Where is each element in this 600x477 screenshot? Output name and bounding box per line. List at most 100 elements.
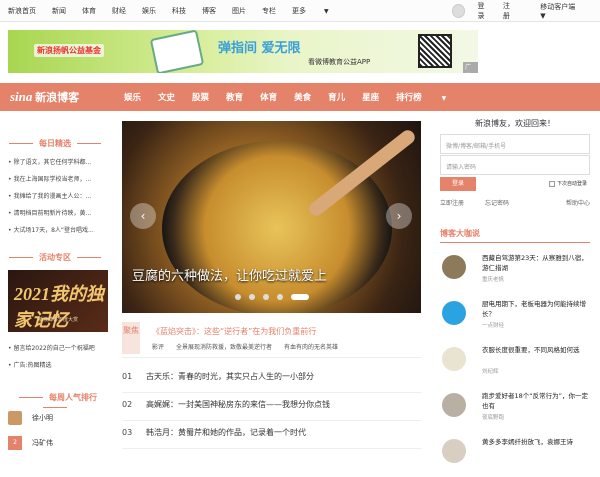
logo-text: 新浪博客	[35, 92, 80, 104]
ad-label: 广告	[463, 62, 478, 73]
username-field[interactable]: 微博/博客/邮箱/手机号	[440, 134, 590, 154]
help-center-link[interactable]: 帮助中心	[566, 198, 590, 207]
sina-logo-mark: sina	[10, 89, 33, 104]
daily-picks-list: • 除了语文，其它任何学科都... • 我在上海国际学校当老师，... • 我摊…	[8, 154, 108, 239]
news-item[interactable]: 03 韩浩月：黄蜀芹和她的作品，记录着一个时代	[122, 421, 421, 449]
ad-banner[interactable]: 新浪扬帆公益基金 弹指间 爱无限 看微博教育公益APP 广告	[8, 30, 478, 73]
checkbox-icon	[549, 180, 555, 187]
avatar	[442, 393, 466, 417]
news-item[interactable]: 01 古天乐：青春的时光，其实只占人生的一小部分	[122, 365, 421, 393]
list-item[interactable]: • 我摊给了我的漫画主人公：...	[8, 188, 108, 205]
auto-login-label: 下次自动登录	[557, 181, 588, 187]
nav-blog[interactable]: 博客	[202, 6, 216, 16]
avatar	[442, 301, 466, 325]
qr-code-icon	[418, 34, 452, 68]
channel-ranking-label: 排行榜	[396, 93, 422, 103]
rank-item[interactable]: 徐小明	[8, 411, 53, 425]
login-button[interactable]: 登录	[440, 177, 476, 191]
promo-subtitle: 新浪博客年度大赏	[38, 317, 79, 323]
register-link[interactable]: 注册	[503, 1, 516, 21]
channel-ent[interactable]: 娱乐	[124, 91, 141, 103]
blogger-item[interactable]: 西藏自驾游第23天：从察雅到八宿，游仁措湖 重庆老帆	[442, 253, 590, 293]
list-item[interactable]: • 我在上海国际学校当老师，...	[8, 171, 108, 188]
news-title: 古天乐：青春的时光，其实只占人生的一小部分	[146, 372, 314, 381]
feature-sublink[interactable]: 有血有肉的无名英雄	[284, 342, 338, 351]
daily-picks-title: 每日精选	[0, 138, 110, 149]
channel-horoscope[interactable]: 星座	[362, 91, 379, 103]
banner-logo: 新浪扬帆公益基金	[34, 44, 104, 57]
feature-sublink[interactable]: 影评	[152, 342, 164, 351]
news-title: 韩浩月：黄蜀芹和她的作品，记录着一个时代	[146, 428, 306, 437]
chevron-down-icon: ▼	[324, 8, 329, 15]
list-item[interactable]: • 大试场17天，8人“登台唱戏...	[8, 222, 108, 239]
hero-carousel[interactable]: ‹ › 豆腐的六种做法，让你吃过就爱上	[122, 121, 421, 313]
nav-photo[interactable]: 图片	[232, 6, 246, 16]
rank-name: 冯矿伟	[32, 439, 53, 447]
carousel-dot-active[interactable]	[290, 294, 309, 300]
list-item[interactable]: • 除了语文，其它任何学科都...	[8, 154, 108, 171]
weekly-rank-title: 每周人气排行	[0, 392, 110, 412]
focus-tag: 聚焦	[122, 322, 140, 354]
news-item[interactable]: 02 高娓娓：一封美国神秘房东的来信——我想分你点钱	[122, 393, 421, 421]
blogger-item[interactable]: 跑步爱好者18个“反常行为”，你一定也有 夜底野跑	[442, 391, 590, 431]
news-number: 02	[122, 400, 133, 409]
item-author: 重庆老帆	[482, 277, 505, 283]
nav-news[interactable]: 新闻	[52, 6, 66, 16]
news-number: 03	[122, 428, 133, 437]
register-now-link[interactable]: 立即注册	[440, 198, 464, 207]
feature-headline[interactable]: 《蓝焰突击》：这些“逆行者”在为我们负重前行	[152, 326, 316, 337]
item-title: 黄多多李嫣纤扮放飞，袁娜王诗	[482, 438, 573, 446]
channel-ranking[interactable]: 排行榜 ▼	[396, 91, 463, 103]
nav-more[interactable]: 更多 ▼	[292, 6, 345, 16]
chevron-down-icon: ▼	[540, 12, 546, 20]
channel-edu[interactable]: 教育	[226, 91, 243, 103]
auto-login-checkbox[interactable]: 下次自动登录	[549, 180, 587, 187]
login-link[interactable]: 登录	[477, 1, 490, 21]
nav-column[interactable]: 专栏	[262, 6, 276, 16]
list-item[interactable]: • 清明档目前明新片待映，黄...	[8, 205, 108, 222]
user-avatar-icon[interactable]	[452, 4, 466, 18]
list-item[interactable]: • 留言给2022的自己一个祝福吧	[8, 340, 108, 357]
nav-ent[interactable]: 娱乐	[142, 6, 156, 16]
login-links: 立即注册 忘记密码 帮助中心	[440, 198, 590, 207]
prev-arrow-icon[interactable]: ‹	[130, 203, 156, 229]
news-number: 01	[122, 372, 133, 381]
site-logo[interactable]: sina 新浪博客	[10, 89, 79, 105]
password-field[interactable]: 请输入密码	[440, 155, 590, 175]
channel-stock[interactable]: 股票	[192, 91, 209, 103]
rank-item[interactable]: 2 冯矿伟	[8, 436, 53, 450]
channel-history[interactable]: 文史	[158, 91, 175, 103]
channel-parenting[interactable]: 育儿	[328, 91, 345, 103]
welcome-text: 新浪博友，欢迎回来！	[475, 119, 555, 128]
avatar	[8, 411, 22, 425]
nav-sina-home[interactable]: 新浪首页	[8, 6, 36, 16]
carousel-dot[interactable]	[234, 294, 241, 300]
avatar	[442, 439, 466, 463]
nav-sports[interactable]: 体育	[82, 6, 96, 16]
item-title: 厨电用期下，老板电器为何能持续增长？	[482, 300, 586, 318]
avatar	[442, 347, 466, 371]
mobile-client-link[interactable]: 移动客户端 ▼	[528, 2, 592, 20]
nav-tech[interactable]: 科技	[172, 6, 186, 16]
nav-finance[interactable]: 财经	[112, 6, 126, 16]
list-item[interactable]: • 广告:热图精选	[8, 357, 108, 374]
blogger-item[interactable]: 衣服长度很重要，不同风格如何选 刘纪辉	[442, 345, 590, 385]
carousel-dot[interactable]	[248, 294, 255, 300]
next-arrow-icon[interactable]: ›	[386, 203, 412, 229]
channel-food[interactable]: 美食	[294, 91, 311, 103]
channel-sports[interactable]: 体育	[260, 91, 277, 103]
carousel-dot[interactable]	[262, 294, 269, 300]
feature-sublink[interactable]: 全景展现消防救援，致敬最美逆行者	[176, 342, 272, 351]
activity-title: 活动专区	[0, 252, 110, 263]
promo-title: 2021我的独家记忆	[14, 284, 104, 330]
blogger-talks-title: 博客大咖说	[440, 228, 590, 243]
activity-promo[interactable]: 2021我的独家记忆 新浪博客年度大赏	[8, 270, 108, 332]
forgot-password-link[interactable]: 忘记密码	[485, 198, 509, 207]
blogger-item[interactable]: 黄多多李嫣纤扮放飞，袁娜王诗	[442, 437, 590, 477]
blogger-item[interactable]: 厨电用期下，老板电器为何能持续增长？ 一点财经	[442, 299, 590, 339]
item-title: 衣服长度很重要，不同风格如何选	[482, 346, 580, 354]
carousel-dot[interactable]	[276, 294, 283, 300]
main-nav: sina 新浪博客 娱乐 文史 股票 教育 体育 美食 育儿 星座 排行榜 ▼	[0, 83, 600, 111]
carousel-caption[interactable]: 豆腐的六种做法，让你吃过就爱上	[132, 265, 327, 284]
top-bar: 新浪首页 新闻 体育 财经 娱乐 科技 博客 图片 专栏 更多 ▼ 登录 注册 移…	[0, 0, 600, 22]
